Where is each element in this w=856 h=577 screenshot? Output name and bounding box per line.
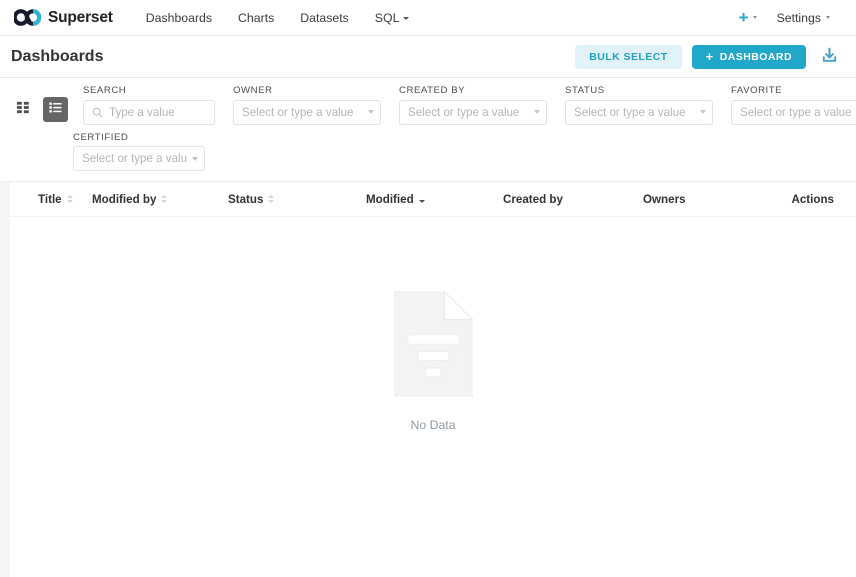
status-select[interactable]: Select or type a value <box>565 100 713 125</box>
filter-label-certified: CERTIFIED <box>73 133 205 143</box>
created-by-select-placeholder: Select or type a value <box>408 106 529 119</box>
new-menu-button[interactable]: + <box>731 9 765 26</box>
new-dashboard-label: DASHBOARD <box>720 51 792 63</box>
favorite-select-placeholder: Select or type a value <box>740 106 856 119</box>
import-dashboard-button[interactable] <box>816 44 842 70</box>
list-view-icon <box>48 100 63 118</box>
superset-infinity-logo-icon <box>14 9 41 26</box>
top-navbar: Superset Dashboards Charts Datasets SQL … <box>0 0 856 36</box>
main-nav: Dashboards Charts Datasets SQL <box>133 0 423 36</box>
brand-home-link[interactable]: Superset <box>14 9 113 27</box>
filter-label-status: STATUS <box>565 86 713 96</box>
filter-certified: CERTIFIED Select or type a value <box>73 133 205 172</box>
download-import-icon <box>821 47 838 67</box>
content-area: Title Modified by Status Modified Create… <box>0 182 856 577</box>
owner-select-placeholder: Select or type a value <box>242 106 363 119</box>
empty-state-label: No Data <box>410 418 455 432</box>
sort-indicator-active-icon <box>419 195 425 203</box>
search-input-placeholder: Type a value <box>109 106 206 119</box>
nav-item-charts[interactable]: Charts <box>225 0 287 36</box>
filter-bar: SEARCH Type a value OWNER Select or type… <box>0 78 856 182</box>
owner-select[interactable]: Select or type a value <box>233 100 381 125</box>
filter-status: STATUS Select or type a value <box>565 86 713 125</box>
column-header-title[interactable]: Title <box>38 193 92 206</box>
table-empty-state: No Data <box>10 217 856 577</box>
card-view-toggle-button[interactable] <box>11 97 36 122</box>
page-title: Dashboards <box>11 48 103 66</box>
search-input[interactable]: Type a value <box>83 100 215 125</box>
dashboards-table: Title Modified by Status Modified Create… <box>10 182 856 577</box>
nav-item-datasets[interactable]: Datasets <box>287 0 362 36</box>
plus-icon: + <box>706 50 714 63</box>
filter-label-created-by: CREATED BY <box>399 86 547 96</box>
chevron-down-icon <box>826 16 830 19</box>
chevron-down-icon <box>368 110 374 114</box>
brand-label: Superset <box>48 9 113 27</box>
certified-select-placeholder: Select or type a value <box>82 152 187 165</box>
search-icon <box>92 107 103 118</box>
status-select-placeholder: Select or type a value <box>574 106 695 119</box>
column-header-status[interactable]: Status <box>228 193 366 206</box>
filter-label-owner: OWNER <box>233 86 381 96</box>
sort-indicator-icon <box>161 195 167 203</box>
nav-item-sql[interactable]: SQL <box>362 0 423 36</box>
chevron-down-icon <box>753 16 757 19</box>
page-header-actions: BULK SELECT + DASHBOARD <box>575 44 842 70</box>
grid-view-icon <box>16 100 31 118</box>
navbar-right-actions: + Settings <box>731 9 840 26</box>
column-header-actions: Actions <box>791 193 834 206</box>
filter-owner: OWNER Select or type a value <box>233 86 381 125</box>
new-dashboard-button[interactable]: + DASHBOARD <box>692 45 806 69</box>
filter-created-by: CREATED BY Select or type a value <box>399 86 547 125</box>
sort-indicator-icon <box>268 195 274 203</box>
view-mode-toggle <box>11 97 68 125</box>
filter-row-primary: SEARCH Type a value OWNER Select or type… <box>11 86 842 125</box>
list-view-toggle-button[interactable] <box>43 97 68 122</box>
column-header-owners: Owners <box>643 193 780 206</box>
filter-label-search: SEARCH <box>83 86 215 96</box>
settings-label: Settings <box>777 11 821 25</box>
empty-document-icon <box>394 291 473 402</box>
column-header-modified[interactable]: Modified <box>366 193 503 206</box>
filter-search: SEARCH Type a value <box>83 86 215 125</box>
bulk-select-button[interactable]: BULK SELECT <box>575 45 681 69</box>
column-header-modified-by[interactable]: Modified by <box>92 193 228 206</box>
plus-icon: + <box>739 9 749 26</box>
column-header-created-by: Created by <box>503 193 643 206</box>
certified-select[interactable]: Select or type a value <box>73 146 205 171</box>
filter-row-secondary: CERTIFIED Select or type a value <box>11 133 842 172</box>
chevron-down-icon <box>192 157 198 161</box>
filter-favorite: FAVORITE Select or type a value <box>731 86 856 125</box>
filter-label-favorite: FAVORITE <box>731 86 856 96</box>
created-by-select[interactable]: Select or type a value <box>399 100 547 125</box>
chevron-down-icon <box>700 110 706 114</box>
table-header-row: Title Modified by Status Modified Create… <box>10 182 856 217</box>
chevron-down-icon <box>534 110 540 114</box>
sort-indicator-icon <box>67 195 73 203</box>
nav-item-dashboards[interactable]: Dashboards <box>133 0 225 36</box>
chevron-down-icon <box>403 17 409 20</box>
settings-menu-button[interactable]: Settings <box>767 11 840 25</box>
favorite-select[interactable]: Select or type a value <box>731 100 856 125</box>
page-header: Dashboards BULK SELECT + DASHBOARD <box>0 36 856 78</box>
